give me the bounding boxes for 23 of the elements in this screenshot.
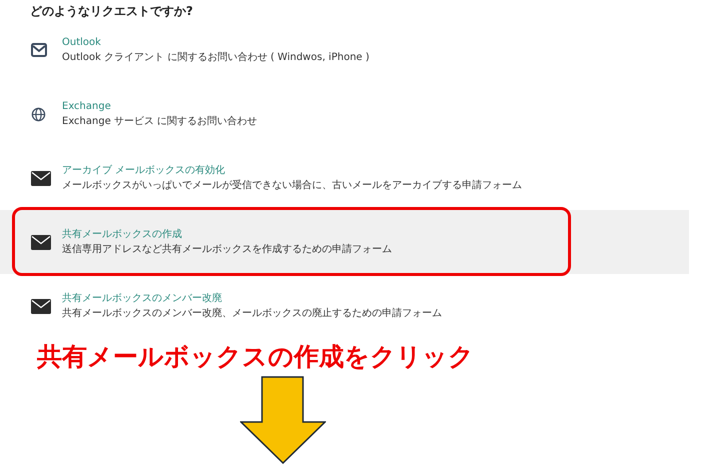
option-title: アーカイブ メールボックスの有効化 <box>62 164 226 176</box>
option-title: Outlook <box>62 36 102 48</box>
globe-icon <box>31 106 46 122</box>
option-title: Exchange <box>62 100 112 112</box>
option-title: 共有メールボックスのメンバー改廃 <box>62 292 223 304</box>
question-heading: どのようなリクエストですか? <box>30 4 194 18</box>
option-description: 共有メールボックスのメンバー改廃、メールボックスの廃止するための申請フォーム <box>62 308 442 320</box>
option-description: Exchange サービス に関するお問い合わせ <box>62 116 258 128</box>
option-title: 共有メールボックスの作成 <box>62 228 183 240</box>
option-description: メールボックスがいっぱいでメールが受信できない場合に、古いメールをアーカイブする申請フォーム <box>62 180 522 192</box>
envelope-icon <box>31 43 47 57</box>
envelope-icon <box>31 170 51 186</box>
request-option[interactable]: Outlook Outlook クライアント に関するお問い合わせ ( Windwos, iPhone ) <box>0 18 689 82</box>
option-description: 送信専用アドレスなど共有メールボックスを作成するための申請フォーム <box>62 244 392 256</box>
request-option[interactable]: 共有メールボックスのメンバー改廃 共有メールボックスのメンバー改廃、メールボックスの廃止するための申請フォーム <box>0 274 689 338</box>
envelope-icon <box>31 234 51 250</box>
envelope-icon <box>31 298 51 314</box>
down-arrow-icon <box>240 376 326 464</box>
request-option[interactable]: 共有メールボックスの作成 送信専用アドレスなど共有メールボックスを作成するための申請フォーム <box>0 210 689 274</box>
instruction-text: 共有メールボックスの作成をクリック <box>37 342 474 371</box>
option-description: Outlook クライアント に関するお問い合わせ ( Windwos, iPhone ) <box>62 52 370 64</box>
request-option[interactable]: アーカイブ メールボックスの有効化 メールボックスがいっぱいでメールが受信できない場合に、古いメールをアーカイブする申請フォーム <box>0 146 689 210</box>
request-option[interactable]: Exchange Exchange サービス に関するお問い合わせ <box>0 82 689 146</box>
